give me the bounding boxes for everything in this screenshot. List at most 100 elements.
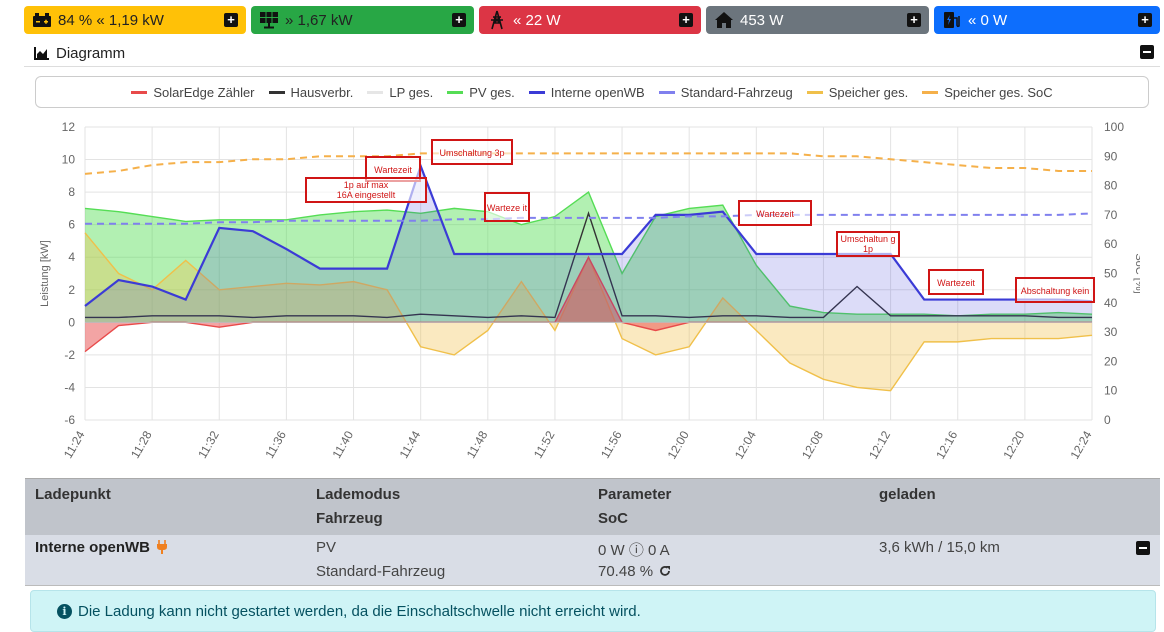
header-ladepunkt: Ladepunkt bbox=[35, 486, 111, 503]
legend-item[interactable]: Speicher ges. SoC bbox=[922, 85, 1053, 100]
vehicle-value[interactable]: Standard-Fahrzeug bbox=[316, 563, 445, 580]
y2-tick-label: 70 bbox=[1104, 208, 1118, 222]
legend-swatch bbox=[131, 90, 148, 94]
legend-label: Hausverbr. bbox=[290, 84, 354, 100]
alert-text: Die Ladung kann nicht gestartet werden, … bbox=[78, 602, 641, 620]
mode-value[interactable]: PV bbox=[316, 539, 336, 556]
annotation-label: 1p bbox=[863, 244, 873, 254]
legend-swatch bbox=[528, 90, 545, 94]
home-icon bbox=[714, 10, 734, 30]
y-tick-label: 6 bbox=[68, 218, 75, 232]
x-tick-label: 12:24 bbox=[1067, 428, 1094, 461]
grid-value: « 22 W bbox=[513, 11, 561, 29]
chart-legend: SolarEdge Zähler Hausverbr. LP ges. PV ges.… bbox=[35, 76, 1149, 108]
x-tick-label: 11:52 bbox=[531, 428, 558, 461]
legend-item[interactable]: Standard-Fahrzeug bbox=[658, 84, 793, 100]
annotation-label: Umschaltun g bbox=[840, 234, 895, 244]
legend-label: Speicher ges. bbox=[828, 84, 909, 100]
y-tick-label: 8 bbox=[68, 185, 75, 199]
table-row[interactable]: Interne openWB PV Standard-Fahrzeug 0 W … bbox=[25, 535, 1160, 586]
y2-tick-label: 30 bbox=[1104, 325, 1118, 339]
y-tick-label: 4 bbox=[68, 250, 75, 264]
battery-tile[interactable]: 84 % « 1,19 kW + bbox=[24, 6, 246, 34]
legend-item[interactable]: SolarEdge Zähler bbox=[131, 84, 255, 100]
x-tick-label: 12:16 bbox=[933, 428, 960, 461]
header-geladen: geladen bbox=[879, 486, 936, 503]
legend-swatch bbox=[658, 90, 675, 94]
legend-item[interactable]: Speicher ges. bbox=[806, 84, 909, 100]
x-tick-label: 11:56 bbox=[598, 428, 625, 461]
y-tick-label: -6 bbox=[64, 413, 75, 427]
house-value: 453 W bbox=[740, 11, 784, 29]
annotation-label: 16A eingestellt bbox=[337, 190, 396, 200]
annotation-label: Umschaltung 3p bbox=[439, 148, 504, 158]
plug-icon bbox=[157, 540, 168, 558]
x-tick-label: 12:00 bbox=[665, 428, 692, 461]
annotation-label: Abschaltung kein bbox=[1021, 286, 1090, 296]
header-parameter: Parameter bbox=[598, 486, 672, 503]
charger-tile[interactable]: « 0 W + bbox=[934, 6, 1160, 34]
soc-value: 70.48 % bbox=[598, 563, 654, 580]
legend-item[interactable]: Hausverbr. bbox=[268, 84, 354, 100]
x-tick-label: 12:20 bbox=[1000, 428, 1027, 461]
x-tick-label: 11:36 bbox=[262, 428, 289, 461]
chargepoint-name: Interne openWB bbox=[35, 539, 150, 556]
x-tick-label: 11:32 bbox=[195, 428, 222, 461]
annotation-label: Wartezeit bbox=[756, 209, 794, 219]
y-tick-label: 0 bbox=[68, 315, 75, 329]
annotation-label: Warteze it bbox=[487, 203, 528, 213]
legend-label: Standard-Fahrzeug bbox=[680, 84, 793, 100]
x-tick-label: 11:40 bbox=[329, 428, 356, 461]
legend-swatch bbox=[268, 90, 285, 94]
legend-label: SolarEdge Zähler bbox=[153, 84, 255, 100]
param-value: 0 W ⓘ 0 A bbox=[598, 542, 670, 559]
chargepoint-name-cell: Interne openWB bbox=[35, 539, 168, 558]
power-tower-icon bbox=[487, 10, 507, 30]
header-lademodus: Lademodus bbox=[316, 486, 401, 503]
x-tick-label: 11:24 bbox=[61, 428, 88, 461]
expand-battery-button[interactable]: + bbox=[224, 13, 238, 27]
annotation-label: 1p auf max bbox=[344, 180, 389, 190]
y-tick-label: 2 bbox=[68, 283, 75, 297]
expand-charger-button[interactable]: + bbox=[1138, 13, 1152, 27]
soc-cell: 70.48 % bbox=[598, 563, 671, 581]
expand-pv-button[interactable]: + bbox=[452, 13, 466, 27]
x-tick-label: 12:04 bbox=[732, 428, 759, 461]
legend-swatch bbox=[806, 90, 823, 94]
legend-item[interactable]: PV ges. bbox=[447, 85, 515, 100]
legend-item[interactable]: LP ges. bbox=[367, 85, 433, 100]
expand-grid-button[interactable]: + bbox=[679, 13, 693, 27]
chart-area-icon bbox=[34, 46, 50, 60]
legend-item[interactable]: Interne openWB bbox=[528, 85, 645, 100]
car-battery-icon bbox=[32, 10, 52, 30]
table-header: Ladepunkt Lademodus Fahrzeug Parameter S… bbox=[25, 478, 1160, 537]
legend-swatch bbox=[367, 90, 384, 94]
grid-tile[interactable]: « 22 W + bbox=[479, 6, 701, 34]
series-speicher-ges-soc-line bbox=[84, 152, 1092, 175]
y2-tick-label: 20 bbox=[1104, 354, 1118, 368]
charging-station-icon bbox=[942, 10, 962, 30]
power-chart: 121086420-2-4-6100908070605040302010011:… bbox=[39, 120, 1140, 462]
expand-house-button[interactable]: + bbox=[907, 13, 921, 27]
legend-swatch bbox=[447, 90, 464, 94]
x-tick-label: 11:28 bbox=[128, 428, 155, 461]
y-tick-label: -2 bbox=[64, 348, 75, 362]
collapse-row-button[interactable] bbox=[1136, 541, 1150, 555]
legend-label: PV ges. bbox=[469, 84, 515, 100]
solar-panel-icon bbox=[259, 10, 279, 30]
x-tick-label: 11:48 bbox=[464, 428, 491, 461]
status-bar: 84 % « 1,19 kW + » 1,67 kW + « 22 W + 45… bbox=[0, 0, 1164, 40]
refresh-icon[interactable] bbox=[659, 564, 671, 581]
annotation-label: Wartezeit bbox=[937, 278, 975, 288]
y2-tick-label: 0 bbox=[1104, 413, 1111, 427]
x-tick-label: 12:08 bbox=[799, 428, 826, 461]
pv-tile[interactable]: » 1,67 kW + bbox=[251, 6, 474, 34]
y2-tick-label: 40 bbox=[1104, 296, 1118, 310]
y2-tick-label: 100 bbox=[1104, 120, 1124, 134]
house-tile[interactable]: 453 W + bbox=[706, 6, 929, 34]
y2-tick-label: 80 bbox=[1104, 179, 1118, 193]
diagram-title: Diagramm bbox=[56, 44, 126, 62]
collapse-diagram-button[interactable] bbox=[1140, 45, 1154, 59]
diagram-header[interactable]: Diagramm bbox=[24, 40, 1160, 67]
y-tick-label: -4 bbox=[64, 380, 75, 394]
